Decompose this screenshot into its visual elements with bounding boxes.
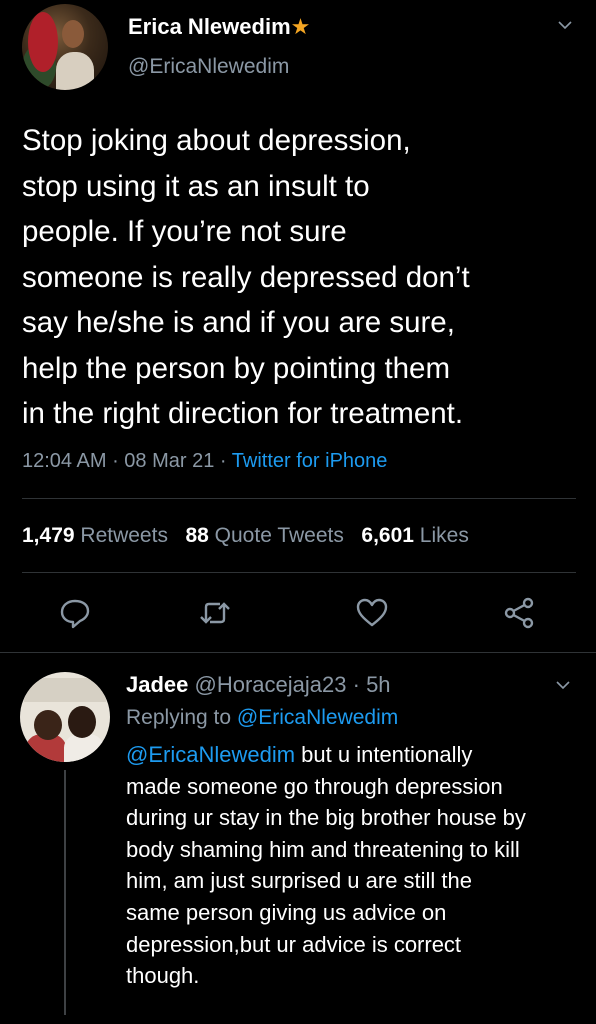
quote-tweets-stat[interactable]: 88 Quote Tweets — [185, 524, 343, 547]
star-badge-icon: ★ — [290, 14, 311, 39]
reply-avatar[interactable] — [20, 672, 110, 762]
divider — [0, 652, 596, 653]
divider — [22, 498, 576, 499]
retweets-stat[interactable]: 1,479 Retweets — [22, 524, 168, 547]
reply-time[interactable]: 5h — [366, 672, 390, 697]
like-icon[interactable] — [355, 596, 389, 630]
reply-mention-link[interactable]: @EricaNlewedim — [126, 742, 295, 767]
author-handle[interactable]: @EricaNlewedim — [128, 55, 289, 79]
tweet-time[interactable]: 12:04 AM — [22, 450, 107, 472]
thread-line — [64, 770, 66, 1015]
author-avatar[interactable] — [22, 4, 108, 90]
reply-icon[interactable] — [58, 596, 92, 630]
reply-text: @EricaNlewedim but u intentionally made … — [126, 739, 586, 992]
replying-to: Replying to @EricaNlewedim — [126, 706, 398, 730]
likes-stat[interactable]: 6,601 Likes — [361, 524, 468, 547]
reply-header: Jadee @Horacejaja23 · 5h — [126, 672, 391, 697]
reply-author-name[interactable]: Jadee — [126, 672, 188, 697]
tweet-meta: 12:04 AM · 08 Mar 21 · Twitter for iPhon… — [22, 450, 388, 472]
divider — [22, 572, 576, 573]
tweet-stats: 1,479 Retweets 88 Quote Tweets 6,601 Lik… — [22, 524, 469, 548]
retweet-icon[interactable] — [198, 596, 232, 630]
reply-body: but u intentionally made someone go thro… — [126, 742, 526, 989]
tweet-text: Stop joking about depression, stop using… — [22, 124, 470, 430]
tweet-date[interactable]: 08 Mar 21 — [124, 450, 214, 472]
replying-to-handle[interactable]: @EricaNlewedim — [237, 706, 398, 729]
tweet-source-link[interactable]: Twitter for iPhone — [232, 450, 388, 472]
author-name-text: Erica Nlewedim — [128, 14, 291, 39]
reply-author-handle[interactable]: @Horacejaja23 — [195, 672, 347, 697]
share-icon[interactable] — [502, 596, 536, 630]
author-name[interactable]: Erica Nlewedim★ — [128, 14, 310, 40]
chevron-down-icon[interactable] — [558, 18, 572, 32]
replying-label: Replying to — [126, 706, 232, 729]
chevron-down-icon[interactable] — [556, 678, 570, 692]
